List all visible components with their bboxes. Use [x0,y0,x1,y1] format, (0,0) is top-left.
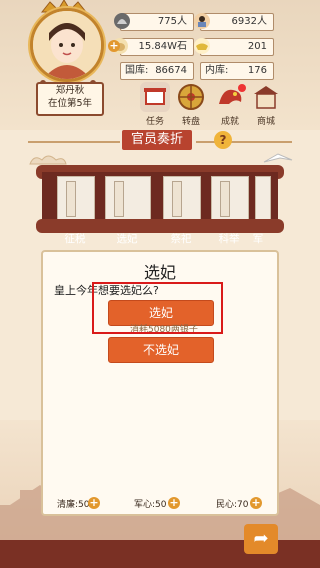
tab-card-consort[interactable] [105,176,151,222]
tab-card-military[interactable] [255,176,271,222]
tab-military[interactable]: 军 [248,231,268,246]
skip-consort-button[interactable]: 不选妃 [108,337,214,363]
menu-wheel[interactable]: 转盘 [173,82,209,127]
integrity-stat: 清廉:50 [57,500,90,510]
helmet-icon [114,13,130,29]
add-morale-button[interactable]: + [168,497,180,509]
menu-task[interactable]: 任务 [137,82,173,127]
banner-line-left [28,141,120,143]
tab-sacrifice[interactable]: 祭祀 [163,231,199,246]
add-public-support-button[interactable]: + [250,497,262,509]
grain-stat: 15.84W石 [120,38,194,56]
treasury-label: 国库: [125,65,149,76]
grain-value: 15.84W石 [138,41,187,52]
card-stripe [114,181,124,217]
person-icon [194,13,210,29]
monarch-name: 郑丹秋 [55,85,85,96]
inner-treasury-value: 176 [247,65,267,76]
menu-achievement[interactable]: 成就 [212,82,248,127]
menu-shop-label: 商城 [256,117,275,127]
name-plate: 郑丹秋 在位第5年 [36,82,104,116]
inner-treasury-stat: 内库: 176 [200,62,274,80]
public-support-stat: 民心:70 [216,500,249,510]
reign-year: 在位第5年 [47,98,93,109]
menu-wheel-label: 转盘 [181,117,200,127]
morale-stat: 军心:50 [134,500,167,510]
add-grain-button[interactable]: + [108,40,120,52]
inner-treasury-label: 内库: [205,65,229,76]
card-stripe [172,181,182,217]
silver-value: 201 [247,41,267,52]
tab-exam[interactable]: 科举 [211,231,247,246]
notification-dot [238,84,246,92]
share-arrow-icon[interactable]: ➦ [244,524,278,554]
tab-card-tax[interactable] [57,176,95,222]
tab-card-sacrifice[interactable] [163,176,201,222]
treasury-value: 86674 [155,65,187,76]
card-stripe [66,181,76,217]
population-stat: 6932人 [200,13,274,31]
dialog-title: 选妃 [143,263,176,282]
tab-consort[interactable]: 选妃 [109,231,145,246]
soldiers-value: 775人 [157,16,187,27]
highlight-box [92,282,223,334]
officials-memorial-banner: 官员奏折 [122,130,192,150]
soldiers-stat: 775人 [120,13,194,31]
silver-ingot-icon [194,38,210,54]
tab-card-exam[interactable] [211,176,249,222]
task-scroll-icon [140,82,170,112]
shop-icon [251,82,281,112]
treasury-stat: 国库: 86674 [120,62,194,80]
card-stripe [220,181,230,217]
banner-line-right [196,141,292,143]
menu-task-label: 任务 [145,117,164,127]
population-value: 6932人 [231,16,267,27]
monarch-avatar[interactable] [30,8,104,82]
menu-achievement-label: 成就 [220,117,239,127]
silver-stat: 201 [200,38,274,56]
menu-shop[interactable]: 商城 [248,82,284,127]
wheel-icon [176,82,206,112]
tab-tax[interactable]: 征税 [57,231,93,246]
help-button[interactable]: ? [214,131,232,149]
add-integrity-button[interactable]: + [88,497,100,509]
